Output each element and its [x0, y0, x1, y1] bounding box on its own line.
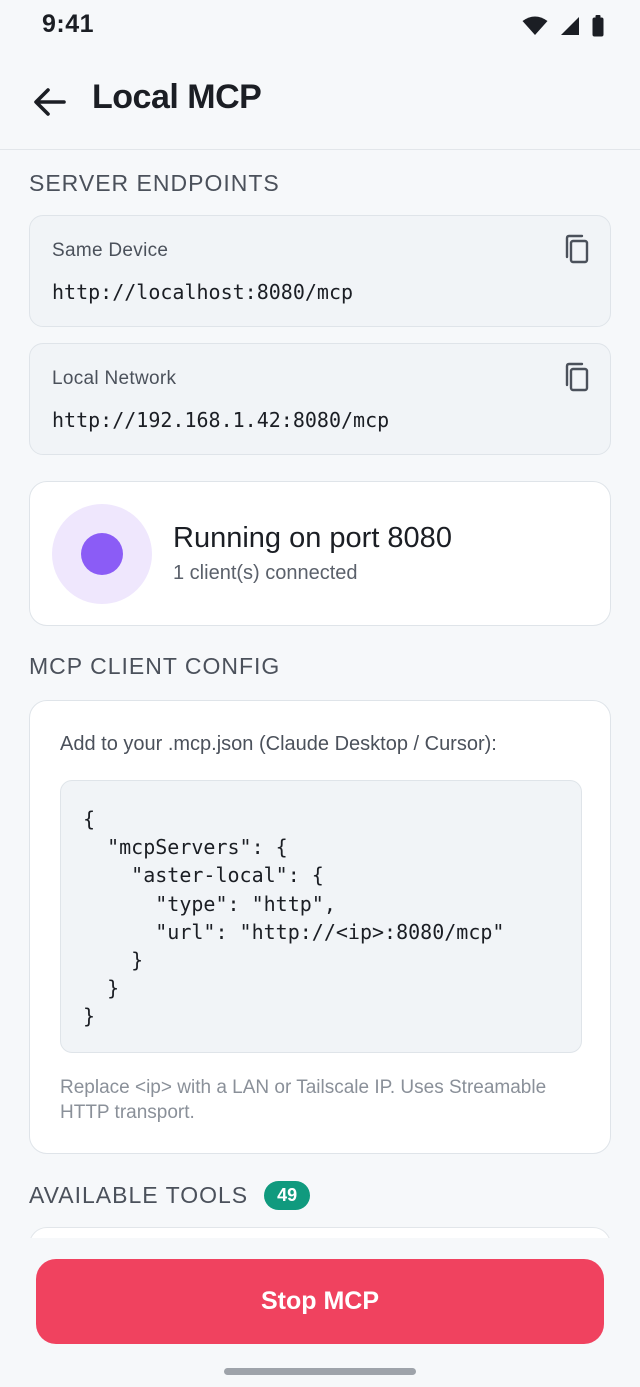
server-status-card: Running on port 8080 1 client(s) connect… [29, 481, 611, 626]
status-title: Running on port 8080 [173, 522, 452, 554]
config-code: { "mcpServers": { "aster-local": { "type… [83, 805, 581, 1031]
code-line: } [83, 1004, 96, 1029]
code-line: { [83, 807, 96, 831]
endpoint-card-same-device: Same Device http://localhost:8080/mcp [29, 215, 611, 327]
server-endpoints-heading: SERVER ENDPOINTS [29, 170, 280, 197]
code-line: "type": "http", [83, 891, 336, 916]
screen: 9:41 Local MCP SERVER ENDPOINTS Same Dev… [0, 0, 640, 1387]
status-bar: 9:41 [0, 0, 640, 52]
endpoint-label: Same Device [52, 240, 169, 261]
status-time: 9:41 [42, 10, 95, 38]
client-config-heading: MCP CLIENT CONFIG [29, 653, 280, 680]
battery-icon [592, 15, 604, 37]
bottom-action-bar: Stop MCP [0, 1238, 640, 1387]
client-config-title: MCP CLIENT CONFIG [29, 653, 281, 679]
code-line: "url": "http://<ip>:8080/mcp" [83, 919, 505, 944]
status-dot-icon [81, 533, 123, 575]
back-button[interactable] [28, 80, 72, 124]
page-title: Local MCP [92, 78, 262, 116]
code-line: "aster-local": { [83, 863, 324, 888]
copy-same-device-button[interactable] [560, 232, 594, 266]
client-config-card: Add to your .mcp.json (Claude Desktop / … [29, 700, 611, 1154]
tools-list-card [29, 1227, 611, 1238]
code-line: } [83, 976, 120, 1001]
scroll-content[interactable]: SERVER ENDPOINTS Same Device http://loca… [0, 151, 640, 1238]
tools-count-badge: 49 [264, 1181, 311, 1210]
available-tools-title: AVAILABLE TOOLS [29, 1182, 249, 1208]
copy-local-network-button[interactable] [560, 360, 594, 394]
home-indicator[interactable] [224, 1368, 416, 1375]
copy-icon [565, 234, 589, 264]
arrow-left-icon [34, 88, 66, 116]
endpoint-card-local-network: Local Network http://192.168.1.42:8080/m… [29, 343, 611, 455]
status-indicator [52, 504, 152, 604]
endpoint-url: http://localhost:8080/mcp [52, 280, 354, 304]
code-line: } [83, 948, 144, 973]
status-icons [522, 15, 604, 37]
config-note: Replace <ip> with a LAN or Tailscale IP.… [60, 1077, 547, 1123]
config-code-block[interactable]: { "mcpServers": { "aster-local": { "type… [60, 780, 582, 1053]
wifi-icon [522, 16, 548, 35]
status-subtitle: 1 client(s) connected [173, 562, 358, 584]
stop-mcp-button[interactable]: Stop MCP [36, 1259, 604, 1344]
code-line: "mcpServers": { [83, 835, 288, 860]
available-tools-heading: AVAILABLE TOOLS 49 [29, 1181, 311, 1210]
config-intro: Add to your .mcp.json (Claude Desktop / … [60, 733, 497, 755]
endpoint-label: Local Network [52, 368, 177, 389]
signal-icon [561, 17, 579, 35]
top-app-bar: Local MCP [0, 52, 640, 150]
server-endpoints-title: SERVER ENDPOINTS [29, 170, 280, 196]
copy-icon [565, 362, 589, 392]
endpoint-url: http://192.168.1.42:8080/mcp [52, 408, 390, 432]
